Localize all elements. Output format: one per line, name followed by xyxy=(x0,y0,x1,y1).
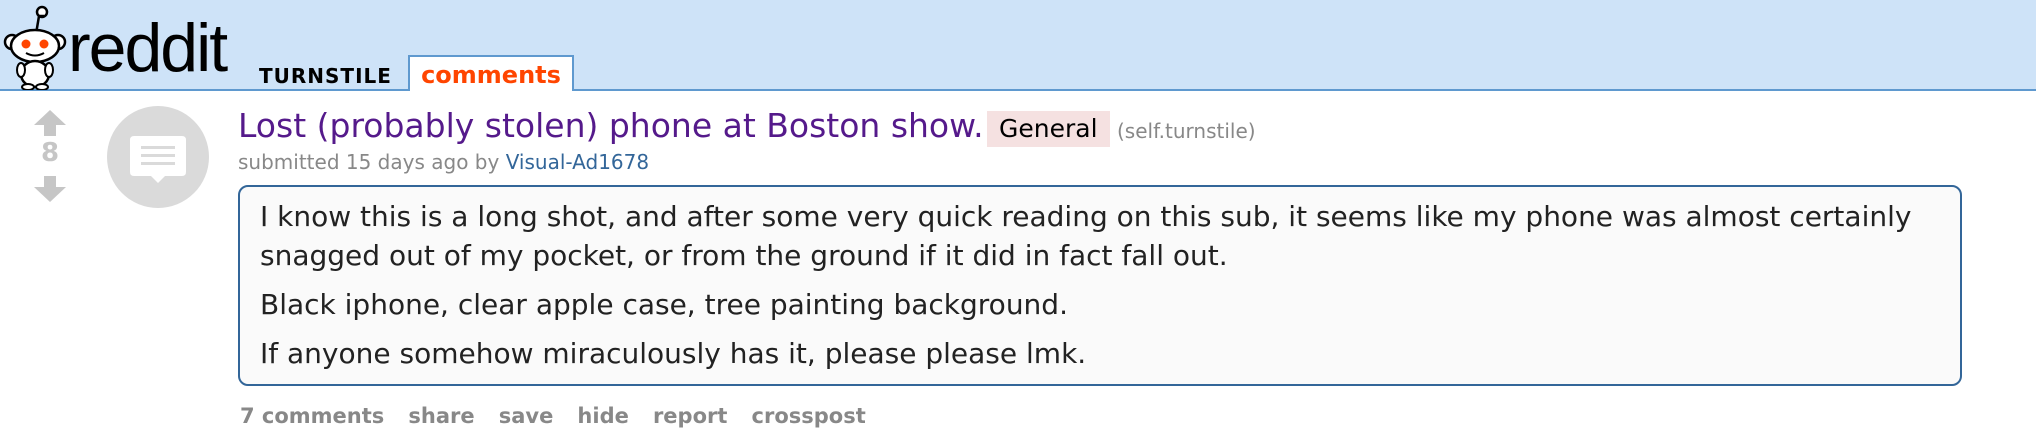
post-selftext: I know this is a long shot, and after so… xyxy=(238,185,1962,386)
post-time: 15 days ago xyxy=(345,150,469,174)
snoo-icon xyxy=(3,5,67,90)
tagline-by: by xyxy=(474,150,500,174)
comments-button[interactable]: 7 comments xyxy=(240,404,384,428)
reddit-logo[interactable]: reddit xyxy=(2,2,232,90)
share-button[interactable]: share xyxy=(408,404,474,428)
selftext-paragraph: I know this is a long shot, and after so… xyxy=(260,200,1912,272)
report-button[interactable]: report xyxy=(653,404,727,428)
author-link[interactable]: Visual-Ad1678 xyxy=(506,150,649,174)
self-post-thumbnail-icon[interactable] xyxy=(107,106,209,208)
reddit-wordmark: reddit xyxy=(68,10,228,86)
save-button[interactable]: save xyxy=(499,404,554,428)
post-action-buttons: 7 comments share save hide report crossp… xyxy=(240,404,885,428)
hide-button[interactable]: hide xyxy=(577,404,628,428)
post-title-link[interactable]: Lost (probably stolen) phone at Boston s… xyxy=(238,104,984,148)
post-score: 8 xyxy=(40,138,60,168)
tagline-prefix: submitted xyxy=(238,150,340,174)
tab-comments[interactable]: comments xyxy=(408,55,574,91)
post-domain[interactable]: (self.turnstile) xyxy=(1117,119,1256,143)
upvote-arrow-icon[interactable] xyxy=(32,108,68,138)
selftext-paragraph: Black iphone, clear apple case, tree pai… xyxy=(260,288,1068,321)
link-flair: General xyxy=(987,111,1110,147)
crosspost-button[interactable]: crosspost xyxy=(752,404,866,428)
post-tagline: submitted 15 days ago by Visual-Ad1678 xyxy=(238,150,649,174)
site-header: reddit TURNSTILE comments xyxy=(0,0,2036,91)
selftext-paragraph: If anyone somehow miraculously has it, p… xyxy=(260,337,1087,370)
downvote-arrow-icon[interactable] xyxy=(32,174,68,204)
subreddit-name-link[interactable]: TURNSTILE xyxy=(259,64,392,88)
